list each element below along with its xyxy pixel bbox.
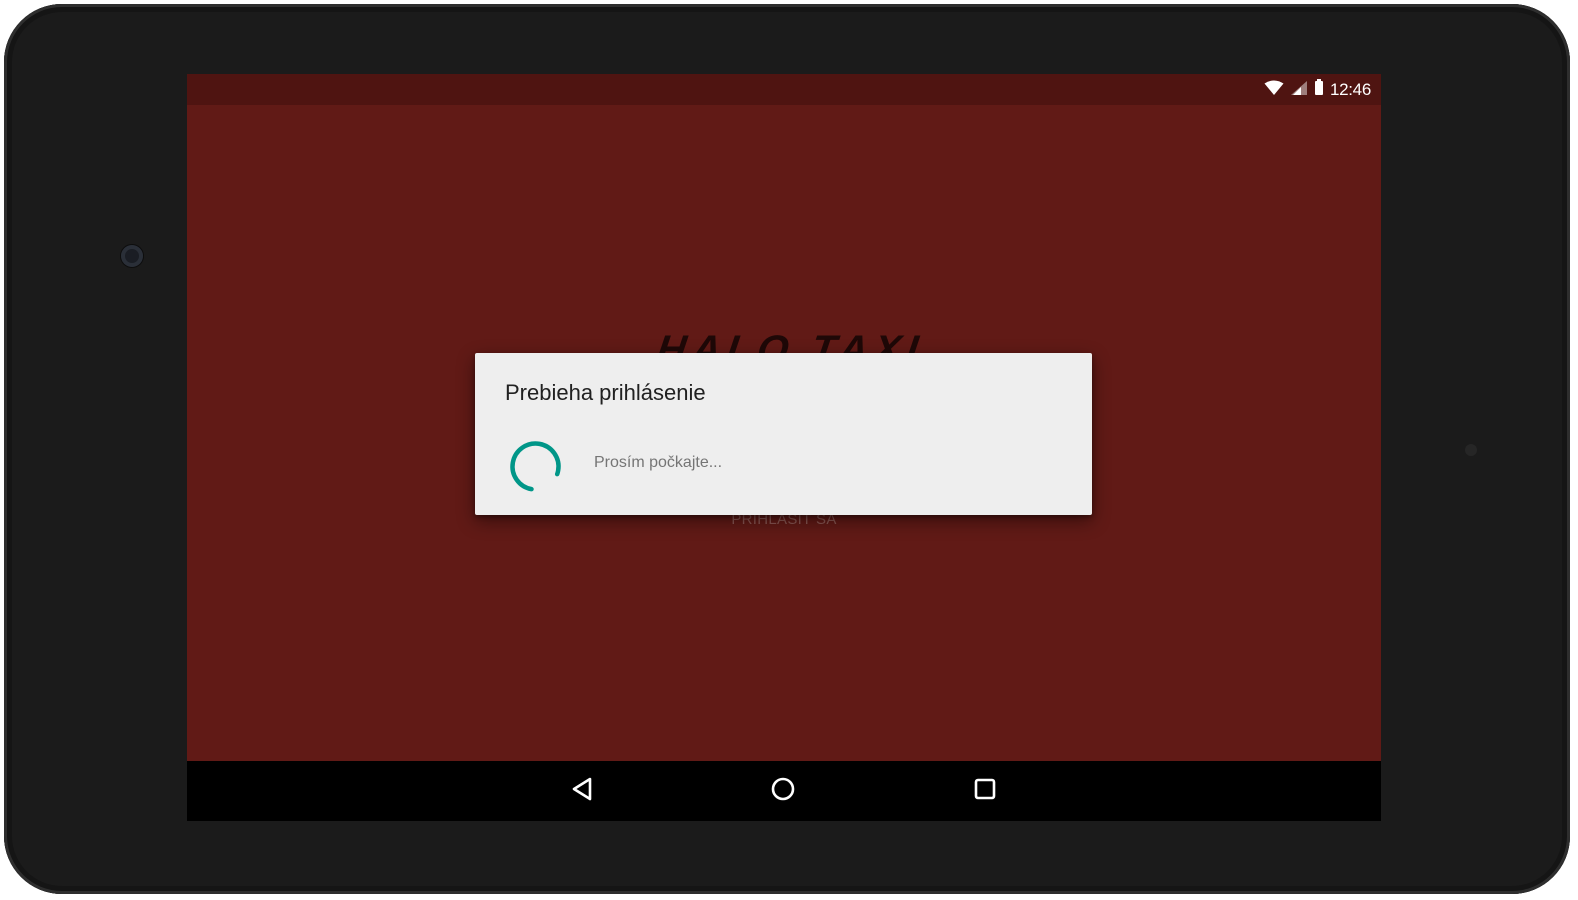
device-screen: 12:46 HALO TAXI PRIHLÁSIŤ SA Prebieha pr… [187,74,1381,821]
dialog-message: Prosím počkajte... [594,454,723,471]
proximity-sensor [1465,444,1477,456]
recents-button[interactable] [968,774,1002,808]
battery-icon [1314,79,1324,100]
progress-dialog: Prebieha prihlásenie Prosím počkajte... [475,353,1092,515]
navigation-bar [187,761,1381,821]
loading-spinner-icon [508,439,563,494]
status-bar: 12:46 [187,74,1381,105]
wifi-icon [1264,80,1284,100]
back-button[interactable] [565,774,599,808]
cell-signal-icon [1290,80,1308,100]
home-icon [770,776,796,806]
back-icon [570,776,594,806]
status-icons: 12:46 [1264,74,1371,105]
front-camera [121,245,143,267]
recents-icon [973,777,997,805]
home-button[interactable] [766,774,800,808]
status-time: 12:46 [1329,79,1371,99]
dialog-title: Prebieha prihlásenie [505,380,706,405]
